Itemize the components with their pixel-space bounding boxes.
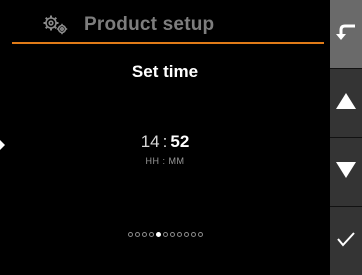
confirm-button[interactable] xyxy=(330,207,362,275)
settings-gears-icon xyxy=(42,13,72,37)
checkmark-icon xyxy=(336,231,356,252)
header-divider xyxy=(12,42,324,44)
hours-field[interactable]: 14 xyxy=(141,132,160,151)
page-dot xyxy=(197,232,203,237)
page-dot xyxy=(148,232,154,237)
page-dot xyxy=(141,232,147,237)
minutes-field[interactable]: 52 xyxy=(170,132,189,151)
page-dot xyxy=(190,232,196,237)
time-separator: : xyxy=(162,132,168,151)
triangle-down-icon xyxy=(336,161,356,183)
triangle-up-icon xyxy=(336,92,356,114)
header: Product setup xyxy=(12,10,324,40)
time-format-hint: HH : MM xyxy=(145,156,185,166)
page-dot xyxy=(183,232,189,237)
side-button-bar xyxy=(330,0,362,275)
page-dot-active xyxy=(155,232,161,237)
time-value[interactable]: 14:52 xyxy=(0,132,330,152)
up-button[interactable] xyxy=(330,69,362,138)
page-dot xyxy=(169,232,175,237)
screen-title: Set time xyxy=(131,62,199,81)
down-button[interactable] xyxy=(330,138,362,207)
page-dot xyxy=(162,232,168,237)
header-title: Product setup xyxy=(84,14,215,35)
page-dot xyxy=(127,232,133,237)
left-edge-arrow-icon xyxy=(0,140,5,150)
back-button[interactable] xyxy=(330,0,362,69)
page-dot xyxy=(176,232,182,237)
page-dot xyxy=(134,232,140,237)
back-arrow-icon xyxy=(335,23,357,46)
page-indicator xyxy=(0,232,330,237)
display-screen: Product setup Set time 14:52 HH : MM xyxy=(0,0,330,275)
